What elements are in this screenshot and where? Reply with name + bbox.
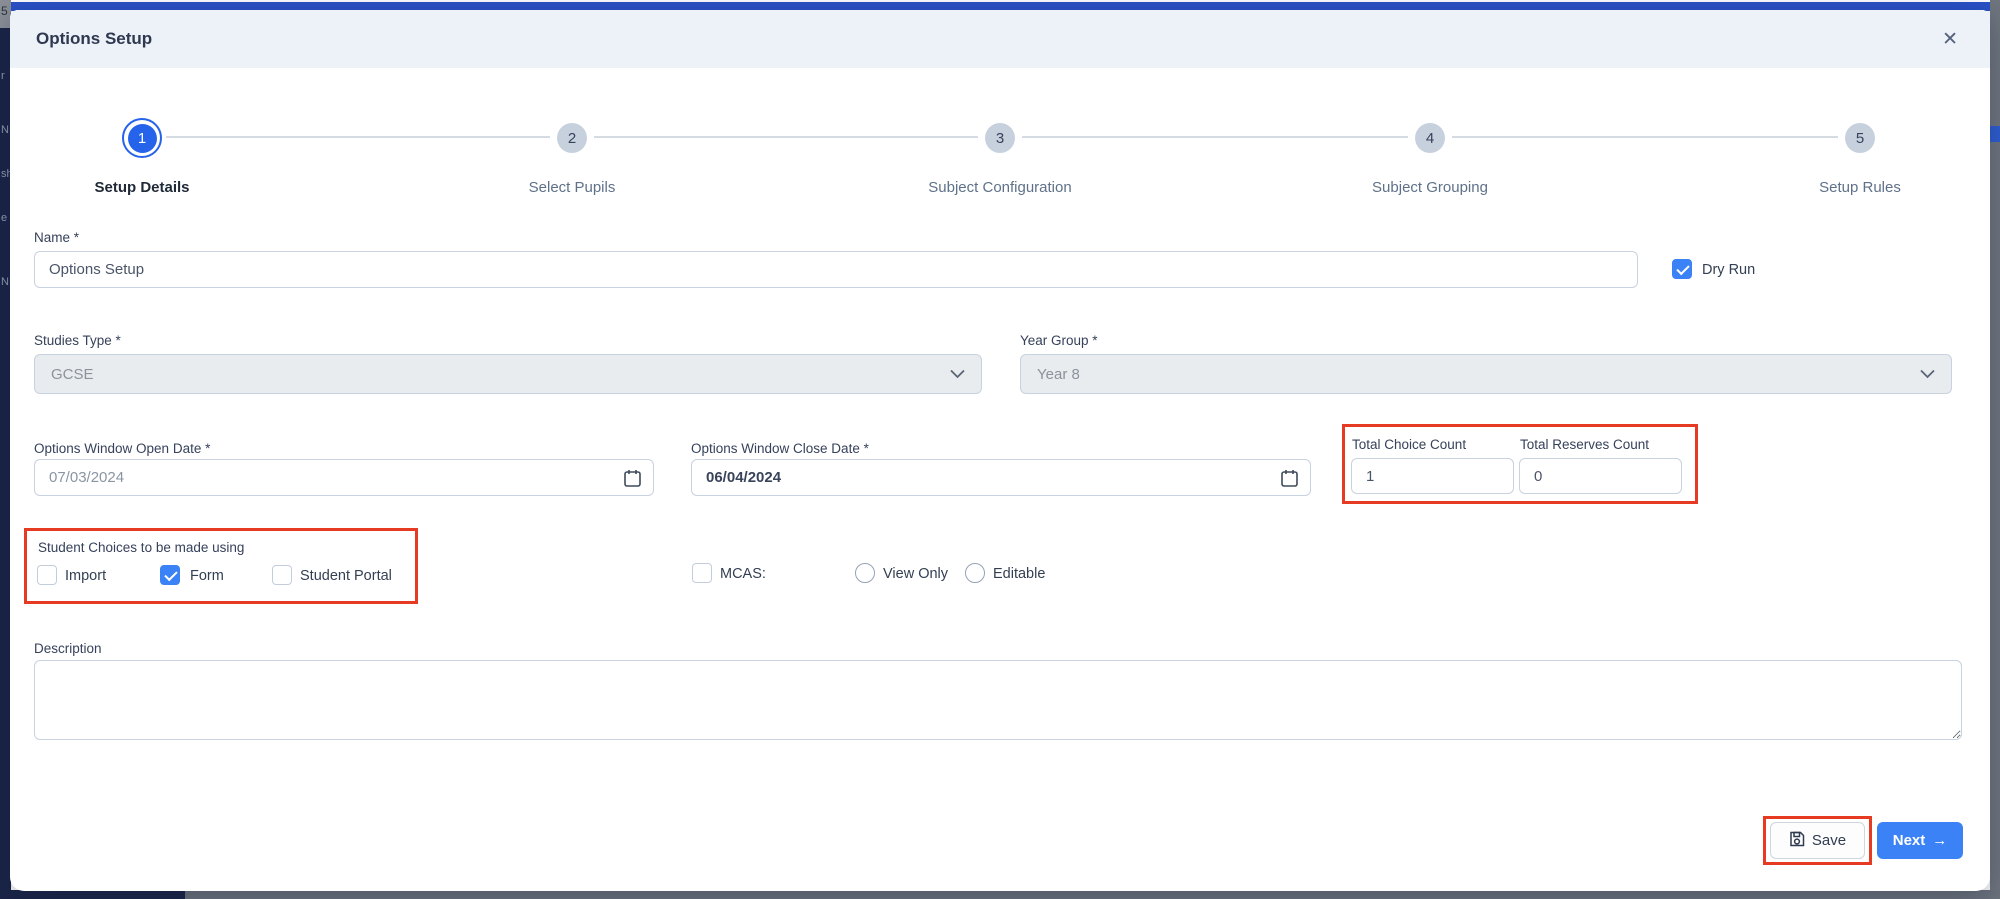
dialog-title: Options Setup xyxy=(36,29,153,48)
sidebar-text-fragment: N xyxy=(1,124,9,136)
editable-label: Editable xyxy=(993,566,1046,582)
mcas-label: MCAS: xyxy=(720,566,766,582)
background-page-blue-notch xyxy=(1990,126,2000,142)
step-label: Select Pupils xyxy=(528,179,616,196)
calendar-icon[interactable] xyxy=(1281,469,1298,492)
calendar-icon[interactable] xyxy=(624,469,641,492)
save-button-label: Save xyxy=(1811,832,1847,849)
background-bottom-bar-navy xyxy=(0,890,185,899)
step-number: 5 xyxy=(1845,123,1875,153)
step-number: 2 xyxy=(557,123,587,153)
save-icon xyxy=(1789,831,1805,851)
import-label: Import xyxy=(65,568,107,584)
step-number: 1 xyxy=(127,123,157,153)
step-number: 3 xyxy=(985,123,1015,153)
background-bottom-bar-gray xyxy=(185,890,2000,899)
step-label: Setup Rules xyxy=(1819,179,1901,196)
year-group-label: Year Group * xyxy=(1020,333,1098,348)
year-group-select[interactable]: Year 8 xyxy=(1020,354,1952,394)
close-icon[interactable]: ✕ xyxy=(1942,30,1958,49)
next-button[interactable]: Next → xyxy=(1877,822,1963,859)
view-only-label: View Only xyxy=(883,566,949,582)
studies-type-label: Studies Type * xyxy=(34,333,121,348)
chevron-down-icon xyxy=(950,366,965,383)
stepper-step-setup-rules[interactable]: 5 Setup Rules xyxy=(1750,118,1970,196)
save-button[interactable]: Save xyxy=(1770,822,1865,859)
sidebar-text-fragment: r xyxy=(1,70,5,82)
studies-type-select[interactable]: GCSE xyxy=(34,354,982,394)
close-date-label: Options Window Close Date * xyxy=(691,441,869,456)
student-portal-checkbox[interactable] xyxy=(272,565,292,585)
step-circle: 5 xyxy=(1750,118,1970,158)
step-circle: 1 xyxy=(32,118,252,158)
step-label: Subject Grouping xyxy=(1372,179,1488,196)
step-circle: 3 xyxy=(890,118,1110,158)
stepper-step-select-pupils[interactable]: 2 Select Pupils xyxy=(462,118,682,196)
view-only-radio[interactable] xyxy=(855,563,875,583)
arrow-right-icon: → xyxy=(1932,832,1948,849)
next-button-label: Next xyxy=(1892,832,1926,849)
open-date-label: Options Window Open Date * xyxy=(34,441,211,456)
total-choice-count-label: Total Choice Count xyxy=(1352,437,1467,452)
stepper-step-subject-grouping[interactable]: 4 Subject Grouping xyxy=(1320,118,1540,196)
dry-run-label: Dry Run xyxy=(1702,262,1756,278)
import-checkbox[interactable] xyxy=(37,565,57,585)
options-setup-dialog: Options Setup ✕ 1 Setup Details 2 Select… xyxy=(10,10,1990,891)
student-portal-label: Student Portal xyxy=(300,568,392,584)
year-group-value: Year 8 xyxy=(1037,365,1080,383)
step-circle: 4 xyxy=(1320,118,1540,158)
description-textarea[interactable] xyxy=(34,660,1962,740)
sidebar-text-fragment: e xyxy=(1,212,8,224)
name-input[interactable] xyxy=(34,251,1638,288)
editable-radio[interactable] xyxy=(965,563,985,583)
dry-run-checkbox[interactable] xyxy=(1672,259,1692,279)
total-choice-count-input[interactable] xyxy=(1351,458,1514,494)
form-checkbox[interactable] xyxy=(160,565,180,585)
step-number: 4 xyxy=(1415,123,1445,153)
stepper-step-subject-configuration[interactable]: 3 Subject Configuration xyxy=(890,118,1110,196)
description-label: Description xyxy=(34,641,102,656)
chevron-down-icon xyxy=(1920,366,1935,383)
step-label: Subject Configuration xyxy=(928,179,1072,196)
stepper-step-setup-details[interactable]: 1 Setup Details xyxy=(32,118,252,196)
step-label: Setup Details xyxy=(94,179,190,196)
open-date-input[interactable] xyxy=(34,459,654,496)
sidebar-text-fragment: N xyxy=(1,276,9,288)
total-reserves-count-input[interactable] xyxy=(1519,458,1682,494)
total-reserves-count-label: Total Reserves Count xyxy=(1520,437,1650,452)
studies-type-value: GCSE xyxy=(51,365,94,383)
form-label: Form xyxy=(190,568,224,584)
dialog-header: Options Setup ✕ xyxy=(10,10,1990,68)
mcas-checkbox[interactable] xyxy=(692,563,712,583)
close-date-input[interactable] xyxy=(691,459,1311,496)
name-label: Name * xyxy=(34,230,80,245)
step-circle: 2 xyxy=(462,118,682,158)
student-choices-label: Student Choices to be made using xyxy=(38,540,245,555)
